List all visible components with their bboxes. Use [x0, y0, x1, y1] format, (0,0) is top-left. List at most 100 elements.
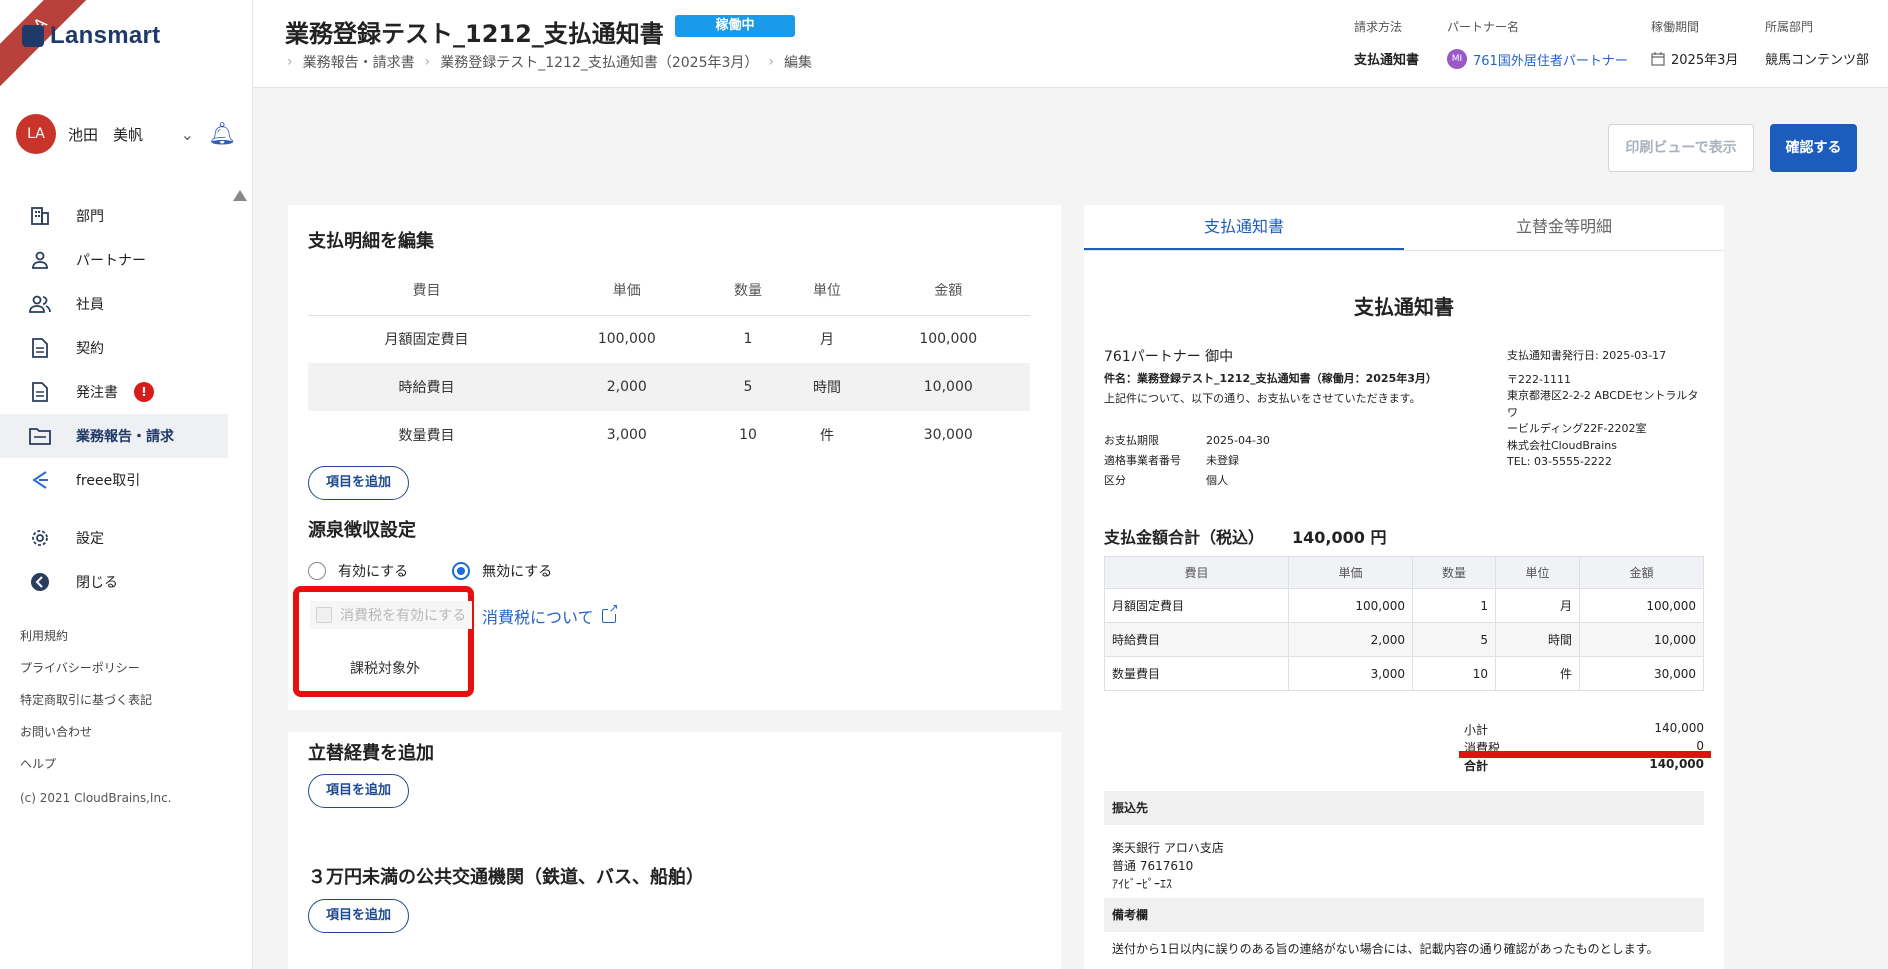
cell: 30,000 [1579, 656, 1704, 691]
copyright: (c) 2021 CloudBrains,Inc. [20, 791, 172, 805]
column-header: 数量 [708, 265, 788, 316]
partner-avatar: MI [1447, 49, 1467, 69]
sidebar-item-department[interactable]: 部門 [0, 194, 228, 238]
radio-disable[interactable] [452, 562, 471, 580]
transport-title: ３万円未満の公共交通機関（鉄道、バス、船舶） [308, 867, 704, 888]
breadcrumb-item[interactable]: 業務登録テスト_1212_支払通知書（2025年3月） [440, 52, 758, 72]
tax-info-link[interactable]: 消費税について [482, 602, 619, 628]
gear-icon [28, 526, 52, 550]
preview-panel: 支払通知書 立替金等明細 支払通知書 761パートナー 御中 件名：業務登録テス… [1084, 205, 1724, 969]
status-badge: 稼働中 [675, 15, 795, 37]
breadcrumb-item: 編集 [784, 55, 812, 71]
column-header: 数量 [1412, 556, 1496, 589]
sidebar-item-partner[interactable]: パートナー [0, 238, 228, 282]
add-item-button[interactable]: 項目を追加 [308, 466, 409, 500]
withholding-title: 源泉徴収設定 [308, 520, 416, 541]
add-transport-button[interactable]: 項目を追加 [308, 899, 409, 933]
privacy-link[interactable]: プライバシーポリシー [20, 652, 172, 684]
subtotal-value: 140,000 [1654, 721, 1704, 735]
sidebar-item-work-report[interactable]: 業務報告・請求 [0, 414, 228, 458]
print-preview-button[interactable]: 印刷ビューで表示 [1608, 124, 1754, 172]
table-row[interactable]: 時給費目 2,000 5 時間 10,000 [308, 363, 1030, 411]
meta-label: 稼働期間 [1651, 20, 1700, 34]
sidebar-item-contract[interactable]: 契約 [0, 326, 228, 370]
column-header: 単価 [1288, 556, 1413, 589]
user-menu[interactable]: LA 池田 美帆 ⌄ 🔔︎ [16, 114, 236, 154]
sidebar-item-label: 部門 [76, 209, 104, 225]
meta-value: 2025年3月 [1671, 53, 1739, 68]
alert-badge: ! [134, 382, 154, 402]
kv-value: 未登録 [1206, 454, 1239, 467]
expense-title: 立替経費を追加 [308, 743, 434, 764]
back-arrow-icon [28, 570, 52, 594]
contact-link[interactable]: お問い合わせ [20, 716, 172, 748]
avatar: LA [16, 114, 56, 154]
grand-total-value: 140,000 [1649, 757, 1704, 771]
tax-checkbox-row: 消費税を有効にする [310, 601, 473, 629]
tab-payment-notice[interactable]: 支払通知書 [1084, 205, 1404, 250]
cell: 5 [708, 363, 788, 411]
intro-text: 上記件について、以下の通り、お支払いをさせていただきます。 [1104, 392, 1421, 405]
sidebar-item-label: 業務報告・請求 [76, 429, 174, 445]
scroll-up-arrow-icon[interactable] [233, 190, 247, 201]
calendar-icon [1651, 51, 1665, 66]
doc-title: 支払通知書 [1354, 295, 1454, 319]
tab-advance-details[interactable]: 立替金等明細 [1404, 205, 1724, 250]
chevron-down-icon[interactable]: ⌄ [181, 125, 194, 144]
cell: 件 [820, 428, 835, 444]
commerce-link[interactable]: 特定商取引に基づく表記 [20, 684, 172, 716]
sidebar-item-label: 閉じる [76, 575, 118, 591]
cell: 2,000 [1288, 622, 1413, 657]
app-logo[interactable]: Lansmart [22, 22, 160, 50]
cell: 10 [739, 427, 757, 443]
table-row[interactable]: 数量費目 3,000 10 件 30,000 [308, 411, 1030, 459]
terms-link[interactable]: 利用規約 [20, 620, 172, 652]
sidebar-item-employee[interactable]: 社員 [0, 282, 228, 326]
breadcrumb-item[interactable]: 業務報告・請求書 [303, 52, 415, 72]
cell: 10 [1412, 656, 1496, 691]
radio-enable[interactable] [308, 562, 326, 580]
bank-line: ｱｲﾋﾞｰﾋﾟｰｴｽ [1112, 877, 1173, 891]
document-icon [28, 380, 52, 404]
sidebar-item-purchase-order[interactable]: 発注書 ! [0, 370, 228, 414]
sum-block: 小計 140,000 消費税 0 合計 140,000 [1464, 721, 1704, 775]
help-link[interactable]: ヘルプ [20, 748, 172, 780]
sidebar-item-close[interactable]: 閉じる [0, 560, 228, 604]
cell: 数量費目 [398, 428, 455, 444]
cell: 2,000 [545, 363, 709, 411]
bell-icon[interactable]: 🔔︎ [208, 122, 236, 147]
footer-links: 利用規約 プライバシーポリシー 特定商取引に基づく表記 お問い合わせ ヘルプ (… [20, 620, 172, 814]
meta-partner: パートナー名 MI 761国外居住者パートナー [1447, 18, 1628, 69]
partner-link[interactable]: MI 761国外居住者パートナー [1447, 49, 1628, 69]
table-row: 数量費目 3,000 10 件 30,000 [1104, 656, 1704, 691]
tax-status: 課税対象外 [350, 661, 420, 677]
chevron-right-icon: › [424, 54, 431, 70]
tax-checkbox[interactable] [316, 607, 332, 623]
external-link-icon [601, 602, 619, 623]
doc-items-table: 費目 単価 数量 単位 金額 月額固定費目 100,000 1 月 100,00… [1104, 556, 1704, 691]
link-label: 消費税について [482, 608, 594, 627]
sidebar-item-label: 設定 [76, 531, 104, 547]
chevron-right-icon: › [768, 54, 774, 70]
radio-label: 無効にする [482, 564, 553, 580]
postal-code: 〒222-1111 [1507, 372, 1571, 386]
cell: 10,000 [866, 363, 1030, 411]
bank-heading: 振込先 [1104, 791, 1704, 825]
doc-recipient: 761パートナー 御中 件名：業務登録テスト_1212_支払通知書（稼働月：20… [1104, 347, 1437, 491]
confirm-button[interactable]: 確認する [1770, 124, 1857, 172]
sidebar-item-label: パートナー [76, 253, 146, 269]
column-header: 単位 [1495, 556, 1580, 589]
doc-issuer: 支払通知書発行日: 2025-03-17 〒222-1111 東京都港区2-2-… [1507, 348, 1704, 471]
edit-panel: 支払明細を編集 費目 単価 数量 単位 金額 月額固定費目 100,000 1 … [288, 205, 1061, 969]
column-header: 単価 [545, 265, 709, 316]
add-expense-button[interactable]: 項目を追加 [308, 774, 409, 808]
meta-period: 稼働期間 2025年3月 [1651, 18, 1738, 68]
addressee: 761パートナー 御中 [1104, 349, 1234, 365]
sidebar-item-settings[interactable]: 設定 [0, 516, 228, 560]
table-row[interactable]: 月額固定費目 100,000 1 月 100,000 [308, 315, 1030, 363]
building-icon [28, 204, 52, 228]
total-value: 140,000 円 [1292, 528, 1387, 547]
meta-value: 競馬コンテンツ部 [1765, 53, 1870, 68]
preview-tabs: 支払通知書 立替金等明細 [1084, 205, 1724, 251]
sidebar-item-freee[interactable]: freee取引 [0, 458, 228, 502]
